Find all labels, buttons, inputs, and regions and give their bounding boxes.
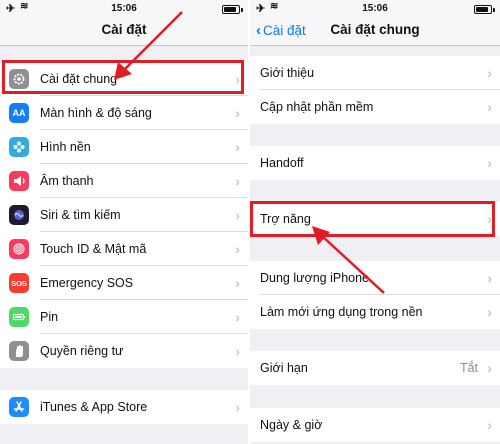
settings-item-label: Cài đặt chung [40,72,118,86]
chevron-right-icon: › [235,399,240,415]
general-item-label: Dung lượng iPhone [260,271,369,285]
chevron-right-icon: › [235,309,240,325]
settings-group-store: iTunes & App Store › [0,390,248,424]
privacy-hand-icon [9,341,29,361]
general-item-label: Cập nhật phần mềm [260,100,374,114]
status-bar: ✈ ≋ 15:06 [250,0,500,18]
settings-item-emergency-sos[interactable]: SOS Emergency SOS › [0,266,248,300]
sound-icon [9,171,29,191]
restrictions-value: Tắt [459,361,478,375]
settings-item-touch-id[interactable]: Touch ID & Mật mã › [0,232,248,266]
battery-status-icon [474,5,495,14]
chevron-right-icon: › [235,343,240,359]
settings-item-label: Màn hình & độ sáng [40,106,152,120]
chevron-right-icon: › [235,139,240,155]
nav-bar: Cài đặt [0,18,248,46]
page-title: Cài đặt chung [330,22,420,37]
general-settings-screen: ✈ ≋ 15:06 ‹ Cài đặt Cài đặt chung Giới th… [250,0,500,444]
chevron-right-icon: › [487,155,492,171]
fingerprint-icon [9,239,29,259]
settings-item-label: Âm thanh [40,174,94,188]
settings-item-display[interactable]: AA Màn hình & độ sáng › [0,96,248,130]
settings-item-label: Touch ID & Mật mã [40,242,147,256]
settings-item-general[interactable]: Cài đặt chung › [0,62,248,96]
general-item-label: Handoff [260,156,304,170]
chevron-right-icon: › [487,360,492,376]
gear-icon [9,69,29,89]
page-title: Cài đặt [101,22,147,37]
settings-group-main: Cài đặt chung › AA Màn hình & độ sáng › … [0,62,248,368]
general-item-background-refresh[interactable]: Làm mới ứng dụng trong nền › [250,295,500,329]
chevron-right-icon: › [487,270,492,286]
chevron-right-icon: › [235,241,240,257]
settings-item-siri[interactable]: Siri & tìm kiếm › [0,198,248,232]
chevron-right-icon: › [487,99,492,115]
general-group-1: Giới thiệu › Cập nhật phần mềm › [250,56,500,124]
settings-item-label: Pin [40,310,59,324]
general-item-accessibility[interactable]: Trợ năng › [250,202,500,236]
wallpaper-icon [9,137,29,157]
general-item-software-update[interactable]: Cập nhật phần mềm › [250,90,500,124]
chevron-right-icon: › [235,105,240,121]
settings-item-privacy[interactable]: Quyền riêng tư › [0,334,248,368]
general-item-label: Giới thiệu [260,66,315,80]
general-item-about[interactable]: Giới thiệu › [250,56,500,90]
chevron-right-icon: › [487,211,492,227]
general-item-iphone-storage[interactable]: Dung lượng iPhone › [250,261,500,295]
sos-icon: SOS [9,273,29,293]
settings-item-label: Quyền riêng tư [40,344,124,358]
general-group-2: Handoff › [250,146,500,180]
general-item-handoff[interactable]: Handoff › [250,146,500,180]
siri-icon [9,205,29,225]
settings-item-label: Hình nền [40,140,91,154]
status-time: 15:06 [362,3,388,14]
general-item-label: Trợ năng [260,212,311,226]
chevron-right-icon: › [487,65,492,81]
chevron-right-icon: › [235,173,240,189]
settings-item-label: Emergency SOS [40,276,134,290]
settings-item-wallpaper[interactable]: Hình nền › [0,130,248,164]
chevron-right-icon: › [235,71,240,87]
status-time: 15:06 [111,3,137,14]
general-item-label: Ngày & giờ [260,418,323,432]
settings-item-sound[interactable]: Âm thanh › [0,164,248,198]
battery-icon [9,307,29,327]
settings-screen: ✈ ≋ 15:06 Cài đặt Cài đặt chung › AA Màn… [0,0,248,444]
chevron-right-icon: › [235,275,240,291]
settings-item-label: iTunes & App Store [40,400,148,414]
battery-status-icon [222,5,243,14]
settings-item-itunes-app-store[interactable]: iTunes & App Store › [0,390,248,424]
general-group-3: Trợ năng › [250,202,500,236]
general-group-4: Dung lượng iPhone › Làm mới ứng dụng tro… [250,261,500,329]
general-item-label: Giới hạn [260,361,308,375]
general-item-label: Làm mới ứng dụng trong nền [260,305,423,319]
settings-item-label: Siri & tìm kiếm [40,208,121,222]
app-store-icon [9,397,29,417]
status-bar: ✈ ≋ 15:06 [0,0,248,18]
chevron-right-icon: › [235,207,240,223]
general-group-5: Giới hạn Tắt › [250,351,500,385]
chevron-right-icon: › [487,304,492,320]
settings-item-battery[interactable]: Pin › [0,300,248,334]
chevron-right-icon: › [487,417,492,433]
nav-bar: ‹ Cài đặt Cài đặt chung [250,18,500,46]
general-group-6: Ngày & giờ › [250,408,500,442]
display-brightness-icon: AA [9,103,29,123]
general-item-date-time[interactable]: Ngày & giờ › [250,408,500,442]
general-item-restrictions[interactable]: Giới hạn Tắt › [250,351,500,385]
